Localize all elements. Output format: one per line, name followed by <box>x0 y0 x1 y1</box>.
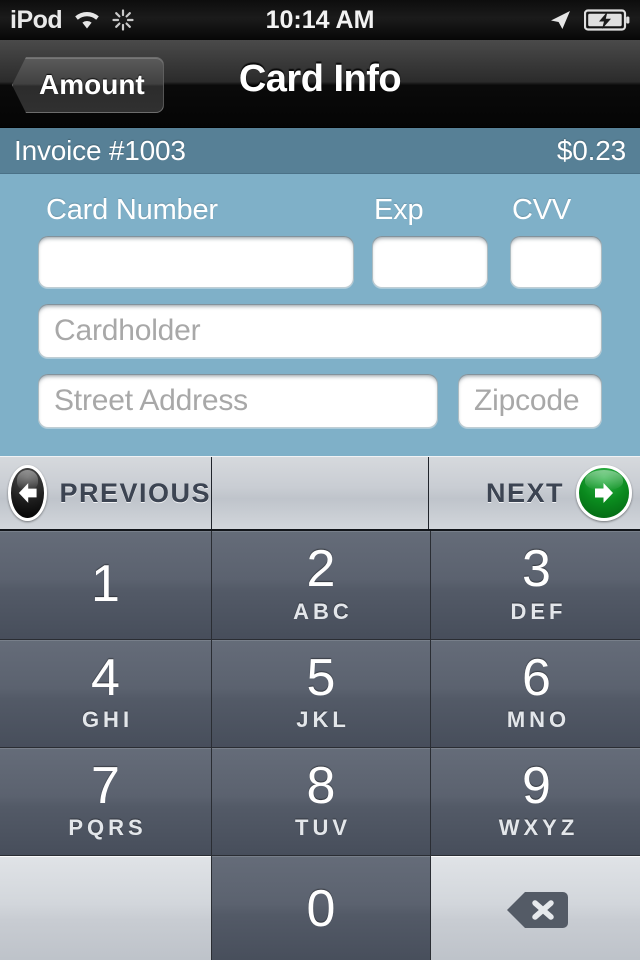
zipcode-placeholder: Zipcode <box>474 384 580 417</box>
cvv-input[interactable] <box>510 236 602 288</box>
status-bar-right <box>548 8 630 32</box>
cvv-label: CVV <box>512 194 572 226</box>
battery-charging-icon <box>584 8 630 32</box>
backspace-delete-icon <box>506 888 568 932</box>
cardholder-input[interactable]: Cardholder <box>38 304 602 358</box>
status-bar: iPod 10:14 AM <box>0 0 640 40</box>
key-backspace[interactable] <box>431 856 640 960</box>
cardholder-placeholder: Cardholder <box>54 314 201 347</box>
arrow-left-circle-icon <box>8 465 48 521</box>
invoice-number: Invoice #1003 <box>14 134 186 166</box>
location-arrow-icon <box>548 8 572 32</box>
key-5-letters: JKL <box>296 707 350 733</box>
card-info-form: Card Number Exp CVV Cardholder Street Ad… <box>0 174 640 456</box>
page-title: Card Info <box>238 58 402 100</box>
key-6-digit: 6 <box>522 648 551 707</box>
next-button-label: NEXT <box>485 477 564 508</box>
street-address-placeholder: Street Address <box>54 384 248 417</box>
status-bar-left: iPod <box>10 6 134 35</box>
key-7-digit: 7 <box>91 756 120 815</box>
key-1[interactable]: 1 <box>0 531 211 639</box>
card-number-label: Card Number <box>46 194 218 226</box>
app-screen: iPod 10:14 AM Amount Card Info Invoice #… <box>0 0 640 960</box>
key-4-letters: GHI <box>81 707 134 733</box>
key-blank[interactable] <box>0 856 211 960</box>
key-3-letters: DEF <box>510 598 567 624</box>
key-6[interactable]: 6 MNO <box>431 640 640 747</box>
exp-input[interactable] <box>372 236 488 288</box>
key-0[interactable]: 0 <box>212 856 430 960</box>
toolbar-spacer <box>211 457 429 529</box>
next-field-button[interactable]: NEXT <box>429 457 640 529</box>
key-7-letters: PQRS <box>68 815 147 841</box>
exp-label: Exp <box>374 194 424 226</box>
zipcode-input[interactable]: Zipcode <box>458 374 602 428</box>
previous-field-button[interactable]: PREVIOUS <box>0 457 211 529</box>
invoice-bar: Invoice #1003 $0.23 <box>0 128 640 174</box>
key-8-letters: TUV <box>295 815 351 841</box>
key-1-digit: 1 <box>91 555 120 614</box>
key-0-digit: 0 <box>306 879 336 938</box>
key-8[interactable]: 8 TUV <box>212 748 430 855</box>
invoice-amount: $0.23 <box>556 134 626 166</box>
key-4[interactable]: 4 GHI <box>0 640 211 747</box>
key-3-digit: 3 <box>522 540 551 599</box>
key-4-digit: 4 <box>91 648 120 707</box>
key-2-letters: ABC <box>293 598 353 624</box>
key-7[interactable]: 7 PQRS <box>0 748 211 855</box>
arrow-right-circle-icon <box>576 465 632 521</box>
key-5-digit: 5 <box>306 648 336 707</box>
previous-button-label: PREVIOUS <box>59 477 211 508</box>
key-5[interactable]: 5 JKL <box>212 640 430 747</box>
navigation-bar: Amount Card Info <box>0 40 640 128</box>
carrier-label: iPod <box>10 5 63 34</box>
street-address-input[interactable]: Street Address <box>38 374 438 428</box>
key-9[interactable]: 9 WXYZ <box>431 748 640 855</box>
numeric-keypad: 1 2 ABC 3 DEF 4 GHI 5 JKL 6 MNO 7 PQRS 8… <box>0 531 640 960</box>
card-number-input[interactable] <box>38 236 354 288</box>
activity-spinner-icon <box>112 9 134 31</box>
wifi-icon <box>72 9 102 31</box>
keyboard-accessory-toolbar: PREVIOUS NEXT <box>0 456 640 531</box>
key-2-digit: 2 <box>306 540 336 599</box>
key-9-digit: 9 <box>522 756 551 815</box>
key-8-digit: 8 <box>306 756 336 815</box>
key-2[interactable]: 2 ABC <box>212 531 430 639</box>
key-6-letters: MNO <box>506 707 571 733</box>
key-9-letters: WXYZ <box>498 815 579 841</box>
key-3[interactable]: 3 DEF <box>431 531 640 639</box>
